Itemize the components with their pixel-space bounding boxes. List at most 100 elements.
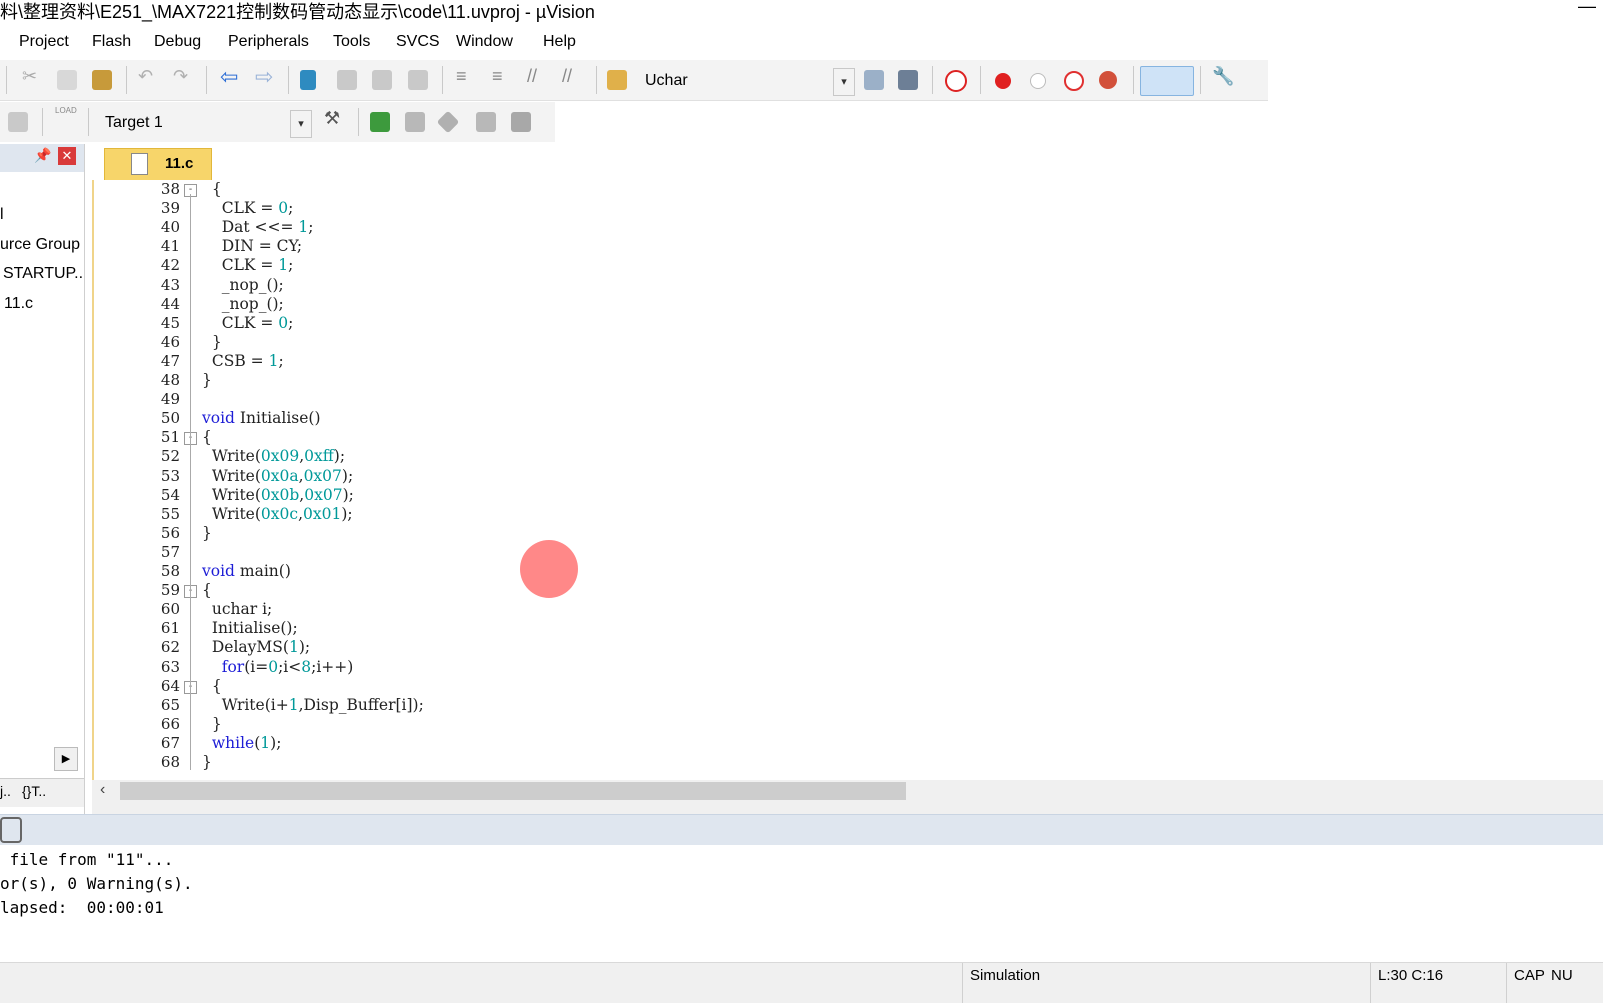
- code-text: CLK = 0;: [202, 313, 294, 332]
- disable-breakpoint-icon[interactable]: [1030, 73, 1046, 89]
- code-text: while(1);: [202, 734, 282, 752]
- breakpoint-icon[interactable]: [995, 73, 1011, 89]
- tree-item-target[interactable]: l: [0, 206, 4, 224]
- tab-project[interactable]: j..: [0, 783, 11, 799]
- find-combo[interactable]: Uchar ▾: [636, 67, 856, 96]
- next-bookmark-icon[interactable]: [372, 70, 392, 90]
- horizontal-scrollbar[interactable]: ‹: [92, 780, 1603, 802]
- load-icon[interactable]: LOAD: [55, 106, 77, 126]
- copy-icon[interactable]: [57, 70, 77, 90]
- menu-debug[interactable]: Debug: [154, 33, 201, 51]
- manage-project-items-icon[interactable]: [370, 112, 390, 132]
- code-token: ;: [288, 256, 294, 275]
- target-combo[interactable]: Target 1 ▾: [96, 109, 313, 138]
- tree-item-startup[interactable]: STARTUP..: [3, 265, 83, 283]
- toolbar-separator: [6, 66, 7, 94]
- code-token: _nop_();: [202, 275, 284, 294]
- scroll-left-icon[interactable]: ‹: [100, 781, 105, 799]
- menu-tools[interactable]: Tools: [333, 33, 370, 51]
- redo-icon[interactable]: ↷: [173, 66, 193, 86]
- chevron-down-icon[interactable]: ▾: [833, 68, 855, 96]
- close-icon[interactable]: ✕: [58, 147, 76, 165]
- minimize-button[interactable]: —: [1578, 0, 1596, 17]
- menu-flash[interactable]: Flash: [92, 33, 131, 51]
- select-packs-icon[interactable]: [405, 112, 425, 132]
- prev-bookmark-icon[interactable]: [337, 70, 357, 90]
- navigate-forward-icon[interactable]: ⇨: [255, 64, 275, 89]
- status-divider: [1370, 963, 1371, 1003]
- menu-help[interactable]: Help: [543, 33, 576, 51]
- window-layout-button[interactable]: [1140, 66, 1194, 96]
- build-line: or(s), 0 Warning(s).: [0, 874, 193, 893]
- line-number: 49: [160, 390, 180, 409]
- kill-all-breakpoints-icon[interactable]: [1099, 71, 1117, 89]
- code-token: ;i++): [311, 657, 354, 676]
- clear-bookmarks-icon[interactable]: [408, 70, 428, 90]
- incremental-find-icon[interactable]: [898, 70, 918, 90]
- chevron-down-icon[interactable]: ▾: [290, 110, 312, 138]
- code-line: 40 Dat <<= 1;: [94, 218, 1603, 237]
- tree-item-11c[interactable]: 11.c: [4, 295, 33, 313]
- code-text: Initialise();: [202, 619, 298, 637]
- manage-components-icon[interactable]: [511, 112, 531, 132]
- project-panel: 📌 ✕ l urce Group STARTUP.. 11.c ▶ j.. {}…: [0, 144, 85, 836]
- code-number: 0x0c: [260, 504, 299, 523]
- bookmark-icon[interactable]: [300, 70, 316, 90]
- pack-installer-icon[interactable]: [476, 112, 496, 132]
- indent-icon[interactable]: ≡: [456, 66, 476, 86]
- code-token: ;: [278, 351, 284, 370]
- code-token: DelayMS(: [202, 638, 289, 657]
- toolbar-separator: [596, 66, 597, 94]
- code-token: ;: [288, 313, 294, 332]
- status-num: NU: [1551, 967, 1573, 984]
- code-number: 0x07: [303, 466, 342, 485]
- cut-icon[interactable]: ✂: [22, 66, 42, 86]
- toolbar-separator: [358, 108, 359, 136]
- line-number: 68: [160, 753, 180, 771]
- target-options-icon[interactable]: ⚒: [324, 108, 344, 128]
- undo-icon[interactable]: ↶: [138, 66, 158, 86]
- line-number: 67: [160, 733, 180, 752]
- batch-build-icon[interactable]: [8, 112, 28, 132]
- line-number: 59: [160, 581, 180, 600]
- code-editor[interactable]: 38- {39 CLK = 0; 40 Dat <<= 1; 41 DIN = CY…: [92, 180, 1603, 782]
- disable-all-breakpoints-icon[interactable]: [1064, 71, 1084, 91]
- code-number: 1: [288, 695, 299, 714]
- menu-peripherals[interactable]: Peripherals: [228, 33, 309, 51]
- editor-tab-strip: 11.c: [92, 144, 1603, 183]
- line-number: 47: [160, 351, 180, 370]
- scroll-right-button[interactable]: ▶: [54, 747, 78, 771]
- toolbar-separator: [442, 66, 443, 94]
- code-line: 41 DIN = CY;: [94, 237, 1603, 256]
- toolbar-separator: [42, 108, 43, 136]
- tab-templates[interactable]: {}T..: [22, 783, 46, 799]
- pin-icon[interactable]: 📌: [34, 147, 51, 164]
- find-in-files-icon[interactable]: [607, 70, 627, 90]
- line-number: 46: [160, 332, 180, 351]
- tree-item-source-group[interactable]: urce Group: [0, 236, 80, 254]
- code-number: 1: [298, 218, 309, 237]
- code-line: 51-{: [94, 428, 1603, 447]
- comment-icon[interactable]: //: [527, 66, 547, 86]
- paste-icon[interactable]: [92, 70, 112, 90]
- configure-icon[interactable]: 🔧: [1212, 66, 1234, 86]
- find-icon[interactable]: [864, 70, 884, 90]
- line-number: 43: [160, 275, 180, 294]
- code-text: {: [202, 428, 212, 446]
- build-output-icon: [0, 817, 22, 843]
- manage-rte-icon[interactable]: [436, 110, 460, 134]
- uncomment-icon[interactable]: //: [562, 66, 582, 86]
- tab-11c[interactable]: 11.c: [104, 148, 212, 181]
- project-tabs: j.. {}T..: [0, 778, 84, 807]
- menu-project[interactable]: Project: [19, 33, 69, 51]
- debug-session-icon[interactable]: [945, 70, 967, 92]
- code-text: {: [202, 180, 222, 198]
- menu-svcs[interactable]: SVCS: [396, 33, 440, 51]
- code-text: Write(0x0a,0x07);: [202, 467, 353, 485]
- navigate-back-icon[interactable]: ⇦: [220, 64, 240, 89]
- unindent-icon[interactable]: ≡: [492, 66, 512, 86]
- menu-window[interactable]: Window: [456, 33, 513, 51]
- code-line: 59-{: [94, 581, 1603, 600]
- scrollbar-thumb[interactable]: [120, 782, 906, 800]
